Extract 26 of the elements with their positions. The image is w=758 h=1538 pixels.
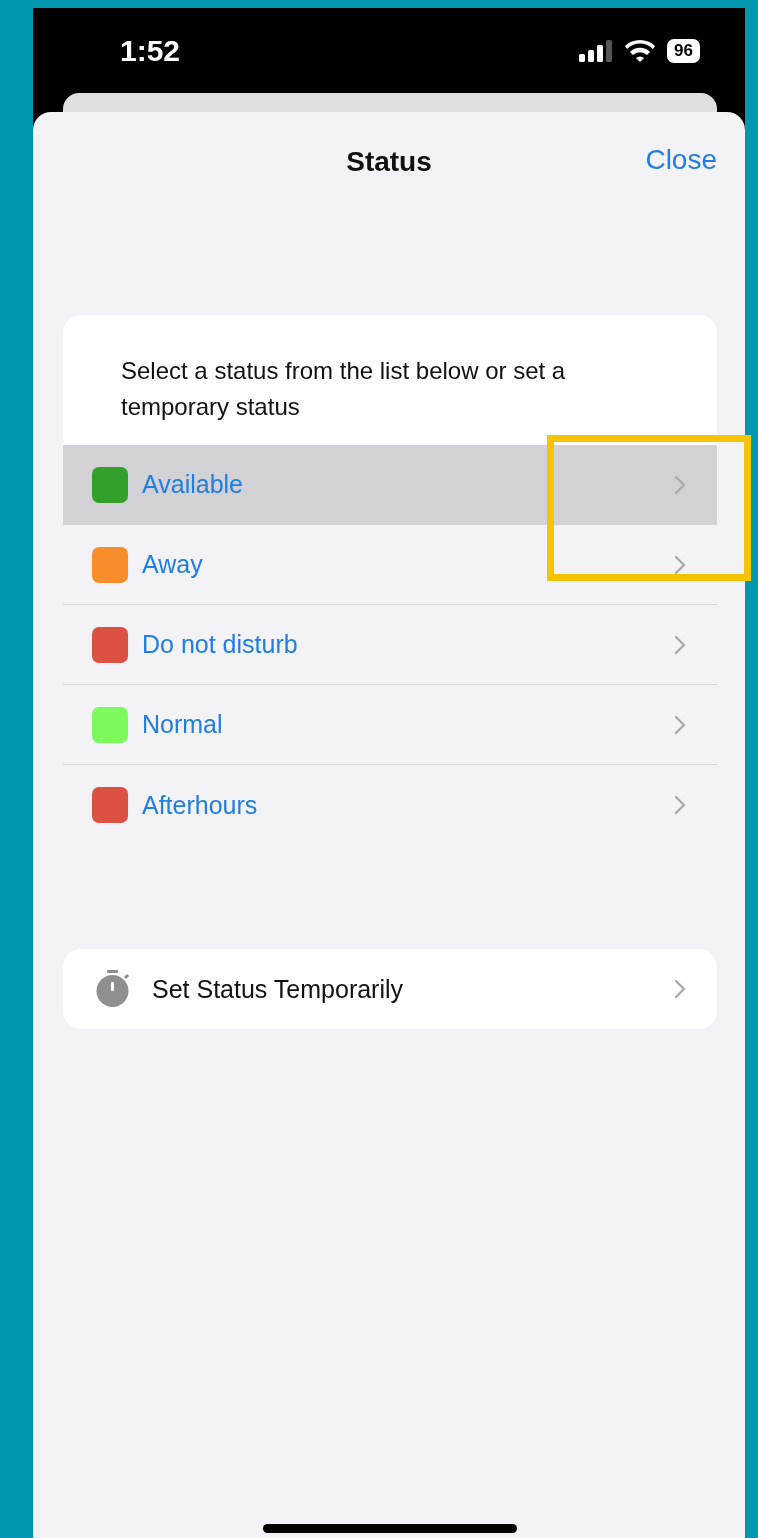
status-row[interactable]: Do not disturb [63,605,717,685]
status-row[interactable]: Afterhours [63,765,717,845]
description-text: Select a status from the list below or set a temporary status [121,356,567,422]
close-button[interactable]: Close [645,144,717,176]
status-label: Away [142,550,204,579]
chevron-icon [674,714,686,735]
status-row[interactable]: Available [63,445,717,525]
temporary-status-label: Set Status Temporarily [152,974,405,1004]
status-row[interactable]: Normal [63,685,717,765]
stopwatch-icon [95,970,131,1008]
battery-level: 96 [667,38,700,63]
status-label: Available [142,470,244,499]
chevron-icon [674,554,686,575]
wifi-icon [625,39,656,62]
chevron-icon [674,474,686,495]
clock-time: 1:52 [120,33,181,68]
status-label: Do not disturb [142,630,299,659]
status-row[interactable]: Away [63,525,717,605]
temporary-status-row[interactable]: Set Status Temporarily [63,949,717,1029]
status-label: Afterhours [142,790,259,820]
chevron-icon [674,795,686,815]
sheet-title: Status [346,146,432,178]
chevron-icon [674,979,686,999]
signal-icon [579,39,614,62]
chevron-icon [674,634,686,655]
status-label: Normal [142,710,224,739]
